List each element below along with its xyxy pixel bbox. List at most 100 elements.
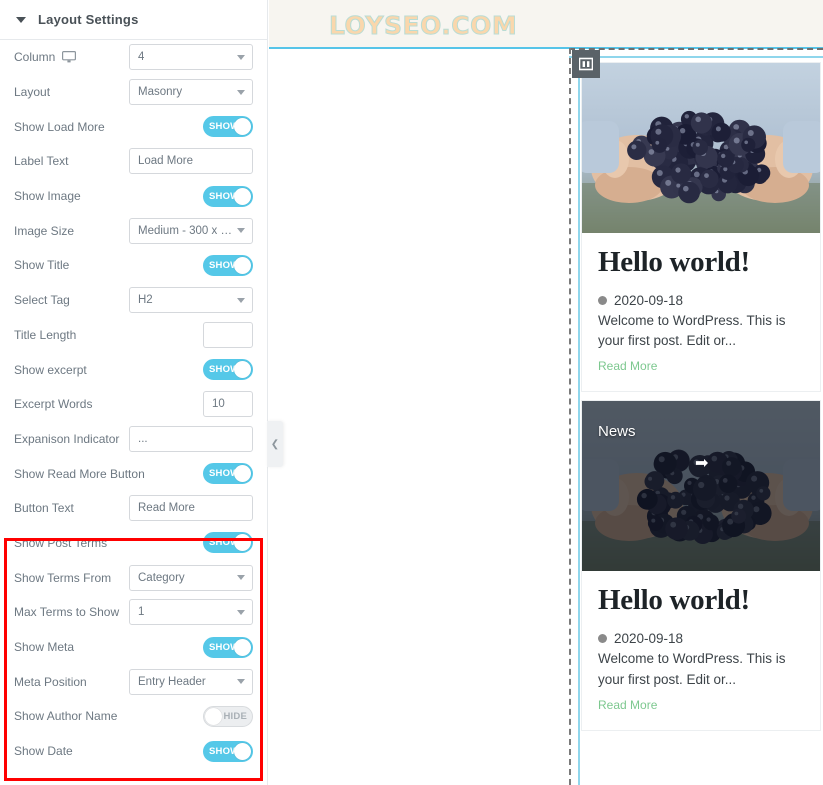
setting-label: Button Text: [14, 501, 74, 515]
setting-label-text: Select Tag: [14, 293, 70, 308]
setting-toggle[interactable]: SHOW: [203, 532, 253, 554]
read-more-link[interactable]: Read More: [598, 698, 657, 712]
post-card[interactable]: News ➡ Hello world! 2020-09-18 Welcome to Wo…: [581, 400, 821, 731]
page-title: Layout Settings: [38, 12, 139, 27]
setting-row: Expanison Indicator: [14, 422, 253, 457]
setting-label: Expanison Indicator: [14, 432, 119, 446]
widget-drag-handle[interactable]: [572, 50, 600, 78]
setting-label-text: Layout: [14, 85, 51, 100]
setting-control: [129, 391, 253, 418]
chevron-down-icon: [237, 297, 245, 303]
post-date: 2020-09-18: [614, 292, 684, 308]
setting-control: Entry Header: [129, 668, 253, 695]
layout-settings-panel: Layout Settings Column 4 Layout Masonry Show…: [0, 0, 268, 785]
setting-select[interactable]: Entry Header: [129, 668, 253, 695]
setting-control: SHOW: [129, 185, 253, 207]
read-more-link[interactable]: Read More: [598, 359, 657, 373]
setting-control: 1: [129, 599, 253, 626]
setting-control: Category: [129, 564, 253, 591]
setting-select-value: Medium - 300 x 300: [138, 224, 237, 237]
setting-control: SHOW: [145, 463, 253, 485]
setting-row: Show Read More Button SHOW: [14, 456, 253, 491]
post-title[interactable]: Hello world!: [598, 584, 804, 617]
setting-select[interactable]: Category: [129, 564, 253, 591]
post-card[interactable]: Hello world! 2020-09-18 Welcome to WordPre…: [581, 62, 821, 393]
setting-label: Show excerpt: [14, 363, 87, 377]
setting-text-input[interactable]: [129, 495, 253, 522]
setting-label-text: Expanison Indicator: [14, 431, 120, 446]
post-category-badge[interactable]: News: [598, 423, 636, 440]
setting-row: Column 4: [14, 40, 253, 75]
chevron-down-icon: [237, 89, 245, 95]
setting-text-input[interactable]: [203, 321, 253, 348]
panel-header[interactable]: Layout Settings: [0, 0, 267, 40]
setting-select[interactable]: Masonry: [129, 79, 253, 106]
setting-select-value: Entry Header: [138, 675, 206, 688]
setting-control: SHOW: [129, 254, 253, 276]
setting-label: Image Size: [14, 224, 74, 238]
app-root: Layout Settings Column 4 Layout Masonry Show…: [0, 0, 823, 785]
setting-control: [129, 321, 253, 348]
site-watermark: LOYSEO.COM: [329, 11, 518, 41]
setting-label: Label Text: [14, 154, 69, 168]
setting-control: Medium - 300 x 300: [129, 217, 253, 244]
setting-toggle[interactable]: HIDE: [203, 705, 253, 727]
setting-row: Image Size Medium - 300 x 300: [14, 213, 253, 248]
toggle-knob: [234, 638, 251, 656]
setting-label-text: Button Text: [14, 501, 74, 516]
setting-row: Show Author Name HIDE: [14, 699, 253, 734]
setting-text-input[interactable]: [129, 425, 253, 452]
setting-select-value: Category: [138, 571, 185, 584]
settings-rows: Column 4 Layout Masonry Show Load More SHOW La…: [0, 40, 267, 768]
setting-control: SHOW: [129, 116, 253, 138]
setting-control: Masonry: [129, 79, 253, 106]
arrow-right-icon: ➡: [695, 455, 709, 473]
setting-label: Show Terms From: [14, 571, 111, 585]
post-thumbnail-link[interactable]: [582, 63, 820, 233]
setting-toggle[interactable]: SHOW: [203, 359, 253, 381]
setting-label-text: Max Terms to Show: [14, 605, 120, 620]
chevron-down-icon: [237, 609, 245, 615]
setting-select[interactable]: Medium - 300 x 300: [129, 217, 253, 244]
setting-row: Show Date SHOW: [14, 734, 253, 769]
post-thumbnail-link[interactable]: News ➡: [582, 401, 820, 572]
chevron-down-icon: [237, 679, 245, 685]
post-card-body: Hello world! 2020-09-18 Welcome to WordPre…: [582, 571, 820, 729]
avatar-dot-icon: [598, 634, 607, 644]
setting-row: Show Post Terms SHOW: [14, 526, 253, 561]
setting-toggle[interactable]: SHOW: [203, 254, 253, 276]
setting-toggle[interactable]: SHOW: [203, 116, 253, 138]
setting-text-input[interactable]: [129, 148, 253, 175]
setting-row: Select Tag H2: [14, 283, 253, 318]
setting-select[interactable]: H2: [129, 287, 253, 314]
setting-select[interactable]: 4: [129, 44, 253, 71]
toggle-knob: [234, 187, 251, 205]
setting-toggle[interactable]: SHOW: [203, 185, 253, 207]
setting-control: 4: [129, 44, 253, 71]
post-title[interactable]: Hello world!: [598, 246, 804, 279]
setting-label-text: Show Post Terms: [14, 535, 108, 550]
setting-text-input[interactable]: [203, 391, 253, 418]
columns-widget-icon: [579, 57, 593, 71]
setting-label: Show Load More: [14, 120, 105, 134]
setting-label-text: Show Terms From: [14, 570, 112, 585]
avatar-dot-icon: [598, 295, 607, 305]
setting-row: Button Text: [14, 491, 253, 526]
setting-select[interactable]: 1: [129, 599, 253, 626]
setting-control: HIDE: [129, 705, 253, 727]
post-meta: 2020-09-18: [598, 631, 804, 646]
setting-label-text: Excerpt Words: [14, 397, 93, 412]
chevron-down-icon: [237, 575, 245, 581]
setting-label: Show Title: [14, 258, 69, 272]
setting-select-value: H2: [138, 294, 153, 307]
setting-toggle[interactable]: SHOW: [203, 740, 253, 762]
setting-toggle[interactable]: SHOW: [203, 463, 253, 485]
setting-toggle[interactable]: SHOW: [203, 636, 253, 658]
setting-label: Show Meta: [14, 640, 74, 654]
setting-label: Show Date: [14, 744, 73, 758]
chevron-down-icon: [237, 228, 245, 234]
panel-collapse-handle[interactable]: ❮: [267, 421, 283, 467]
caret-down-icon[interactable]: [16, 16, 26, 23]
setting-label: Meta Position: [14, 675, 87, 689]
setting-control: [129, 148, 253, 175]
